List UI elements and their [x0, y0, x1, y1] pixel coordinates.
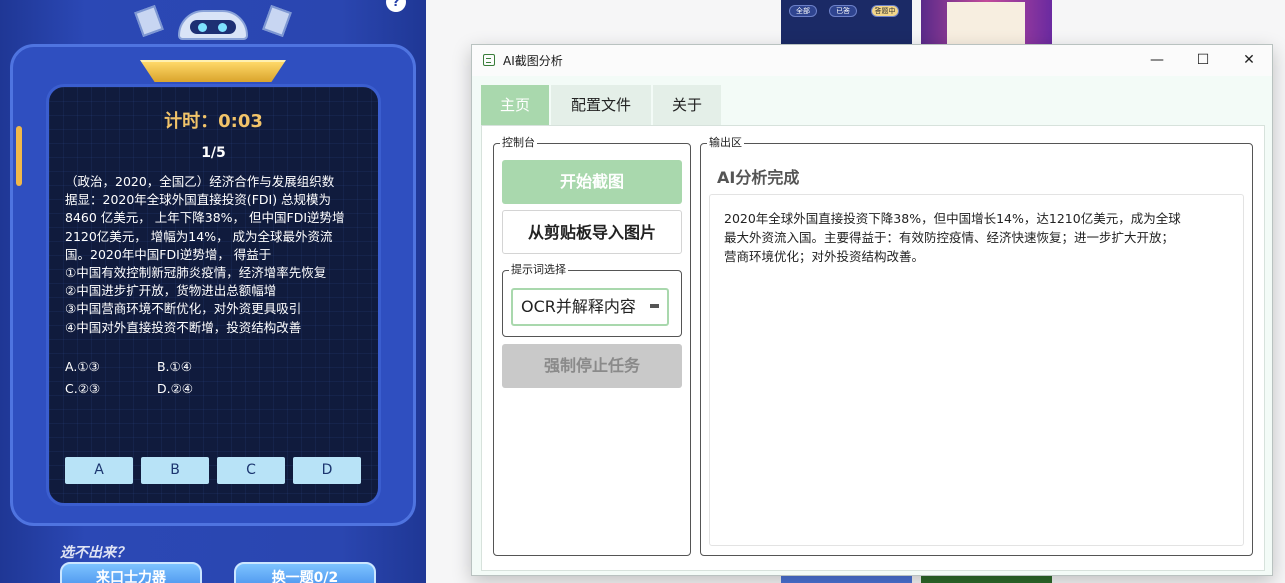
ai-screenshot-window: AI截图分析 — ☐ ✕ 主页 配置文件 关于 控制台 开始截图 从剪贴板导入图…: [471, 44, 1273, 576]
question-line: 据显：2020年全球外国直接投资(FDI) 总规模为: [65, 192, 332, 208]
question-line: ②中国进步扩开放，货物进出总额幅增: [65, 283, 277, 299]
title-bar[interactable]: AI截图分析 — ☐ ✕: [472, 45, 1272, 76]
console-group: 控制台 开始截图 从剪贴板导入图片 提示词选择 OCR并解释内容 强制停止任务: [493, 135, 691, 556]
option-b-text: B.①④: [156, 359, 192, 374]
desktop: ? 计时：0:03 1/5 （政治，2020，全国乙）经济合作与发展组织数 据显…: [0, 0, 1285, 583]
output-line: 营商环境优化；对外投资结构改善。: [724, 249, 925, 264]
output-label: 输出区: [707, 135, 744, 151]
import-clipboard-button[interactable]: 从剪贴板导入图片: [502, 210, 682, 254]
force-stop-button[interactable]: 强制停止任务: [502, 344, 682, 388]
thumbnail-pill: 全部: [789, 5, 817, 17]
frame-ornament: [140, 60, 286, 82]
question-line: 8460 亿美元， 上年下降38%， 但中国FDI逆势增: [65, 210, 345, 226]
question-line: （政治，2020，全国乙）经济合作与发展组织数: [65, 174, 335, 189]
question-line: ③中国营商环境不断优化，对外资更具吸引: [65, 301, 302, 317]
output-heading: AI分析完成: [717, 168, 800, 187]
home-panel: 控制台 开始截图 从剪贴板导入图片 提示词选择 OCR并解释内容 强制停止任务 …: [481, 125, 1265, 571]
answer-c-button[interactable]: C: [217, 457, 285, 484]
robot-mascot-icon: [134, 0, 292, 42]
frame-side-tab: [16, 126, 22, 186]
output-line: 最大外资流入国。主要得益于：有效防控疫情、经济快速恢复；进一步扩大开放；: [724, 230, 1175, 245]
minimize-button[interactable]: —: [1134, 45, 1180, 76]
answer-d-button[interactable]: D: [293, 457, 361, 484]
question-line: 国。2020年中国FDI逆势增， 得益于: [65, 246, 272, 262]
tab-about[interactable]: 关于: [653, 85, 721, 125]
answer-b-button[interactable]: B: [141, 457, 209, 484]
quiz-timer: 计时：0:03: [164, 111, 263, 132]
tab-config[interactable]: 配置文件: [551, 85, 651, 125]
background-thumbnail: [921, 0, 1052, 44]
question-line: 2120亿美元， 增幅为14%， 成为全球最外资流: [65, 228, 333, 244]
window-title: AI截图分析: [503, 54, 563, 68]
option-d-text: D.②④: [156, 381, 193, 396]
dropdown-icon: [650, 304, 659, 308]
background-thumbnail: 全部 已答 答题中: [781, 0, 912, 44]
question-line: ④中国对外直接投资不断增，投资结构改善: [65, 319, 302, 335]
console-label: 控制台: [500, 135, 537, 151]
option-c-text: C.②③: [65, 381, 101, 396]
answer-options: A.①③ B.①④ C.②③ D.②④: [65, 356, 265, 400]
maximize-button[interactable]: ☐: [1180, 45, 1226, 76]
thumbnail-card: [947, 2, 1025, 44]
skip-question-button[interactable]: 换一题0/2: [234, 562, 376, 583]
start-screenshot-button[interactable]: 开始截图: [502, 160, 682, 204]
prompt-select[interactable]: OCR并解释内容: [511, 288, 669, 326]
question-line: ①中国有效控制新冠肺炎疫情，经济增率先恢复: [65, 265, 327, 281]
output-group: 输出区 AI分析完成 2020年全球外国直接投资下降38%，但中国增长14%，达…: [700, 135, 1253, 556]
prompt-select-value: OCR并解释内容: [521, 297, 636, 316]
output-line: 2020年全球外国直接投资下降38%，但中国增长14%，达1210亿美元，成为全…: [724, 211, 1181, 226]
hint-text: 选不出来？: [60, 545, 130, 561]
thumbnail-pill: 已答: [829, 5, 857, 17]
quiz-game-panel: ? 计时：0:03 1/5 （政治，2020，全国乙）经济合作与发展组织数 据显…: [0, 0, 426, 583]
option-a-text: A.①③: [65, 359, 100, 374]
helper-button[interactable]: 来口士力器: [60, 562, 202, 583]
answer-a-button[interactable]: A: [65, 457, 133, 484]
close-button[interactable]: ✕: [1226, 45, 1272, 76]
prompt-label: 提示词选择: [509, 262, 568, 278]
output-text-area[interactable]: 2020年全球外国直接投资下降38%，但中国增长14%，达1210亿美元，成为全…: [709, 194, 1244, 546]
thumbnail-pill: 答题中: [871, 5, 899, 17]
prompt-group: 提示词选择 OCR并解释内容: [502, 262, 682, 337]
question-progress: 1/5: [201, 145, 226, 161]
question-text: （政治，2020，全国乙）经济合作与发展组织数 据显：2020年全球外国直接投资…: [65, 173, 365, 337]
app-icon: [483, 54, 495, 66]
tab-home[interactable]: 主页: [481, 85, 549, 125]
